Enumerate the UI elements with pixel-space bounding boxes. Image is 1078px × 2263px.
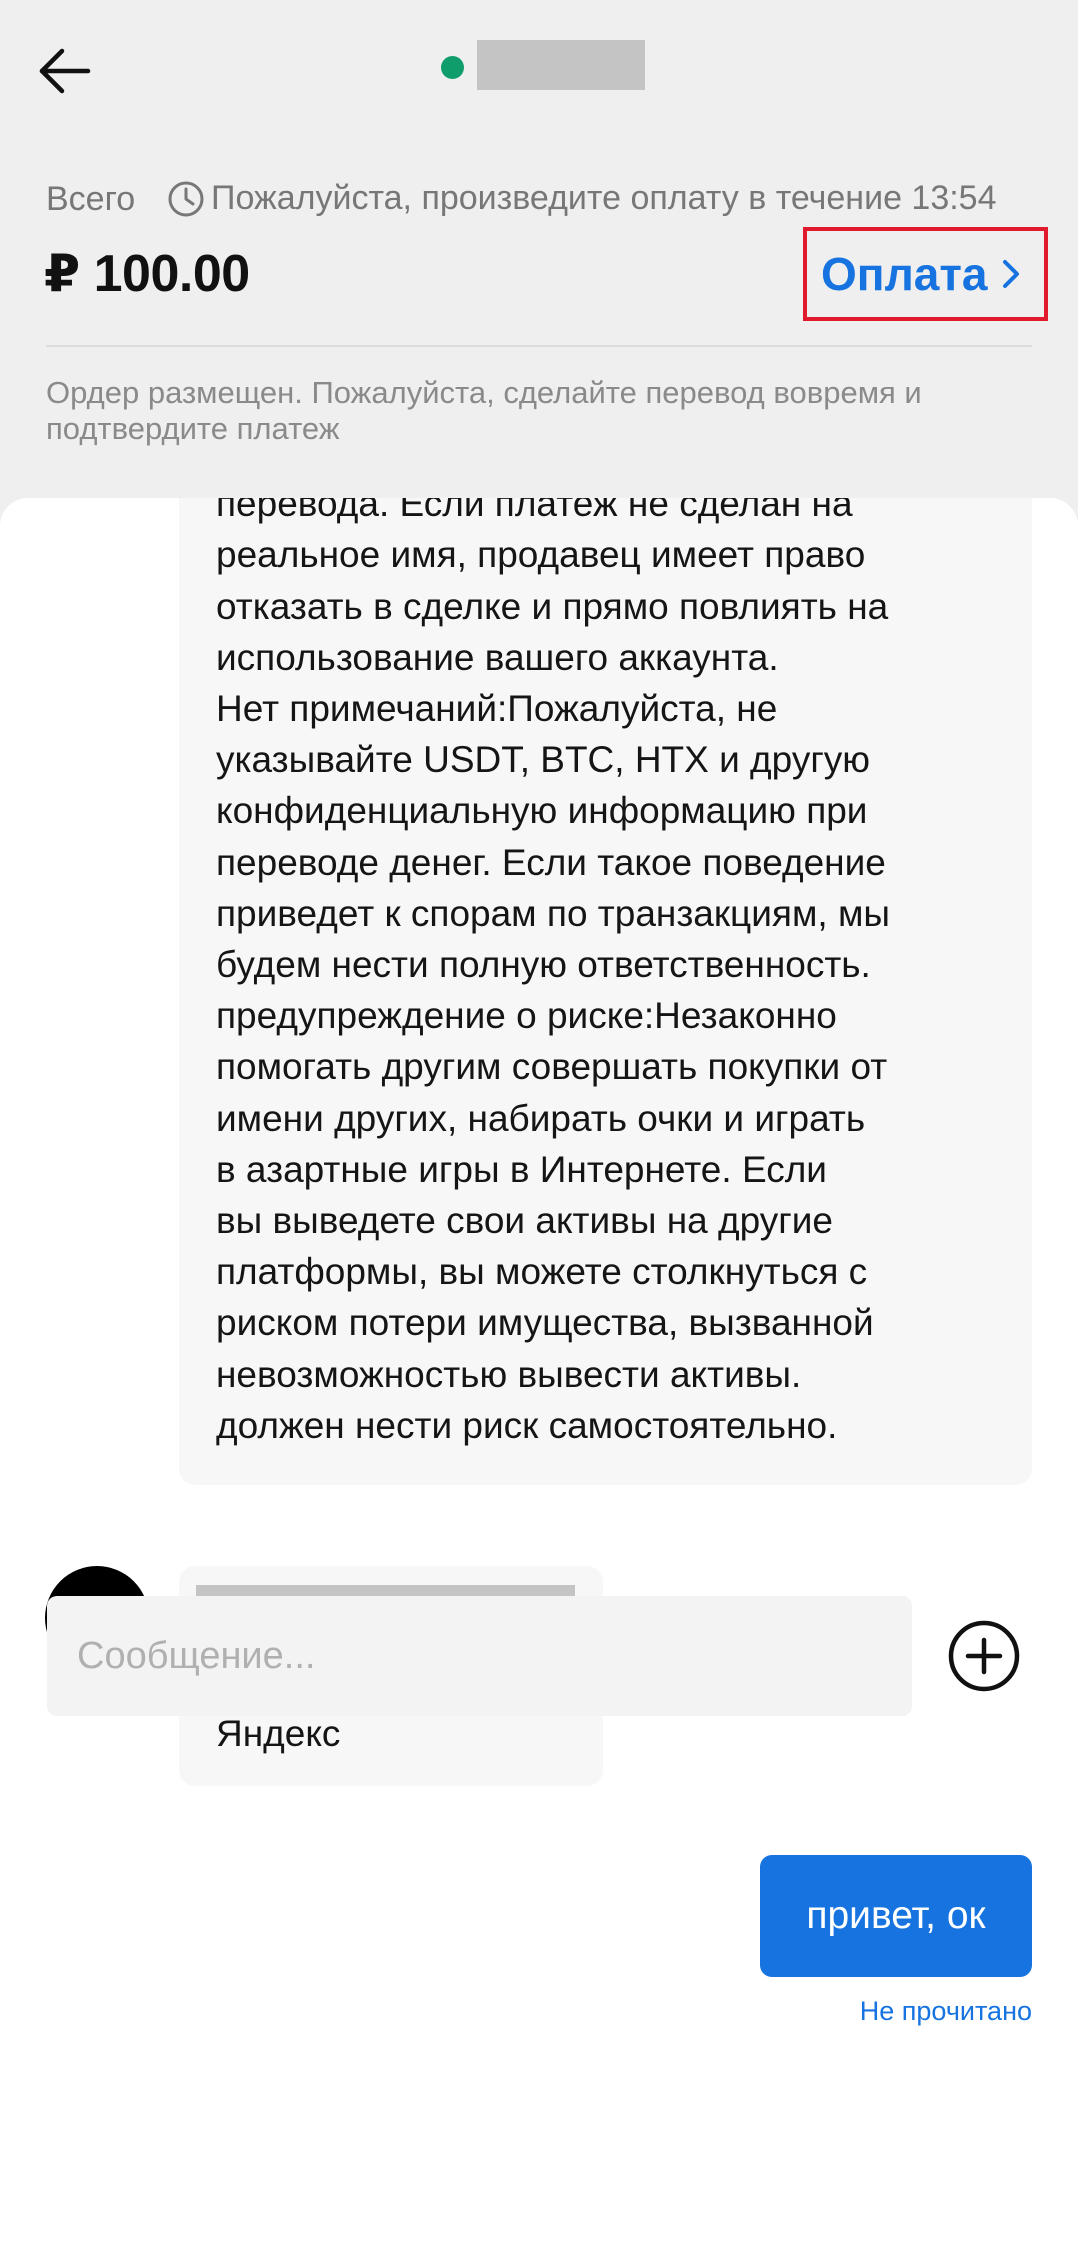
system-notice-text: перевода. Если платеж не сделан на реаль…	[216, 498, 890, 1446]
counterparty-name-redacted	[477, 40, 645, 90]
back-button[interactable]	[34, 40, 96, 102]
payment-timer: Пожалуйста, произведите оплату в течение…	[167, 179, 997, 218]
divider	[46, 345, 1032, 347]
order-status-note: Ордер размещен. Пожалуйста, сделайте пер…	[46, 375, 922, 446]
chat-panel[interactable]: перевода. Если платеж не сделан на реаль…	[0, 498, 1078, 2263]
timer-text: Пожалуйста, произведите оплату в течение…	[211, 179, 997, 217]
pay-button[interactable]: Оплата	[803, 227, 1048, 321]
total-label: Всего	[46, 180, 136, 218]
online-status-dot	[441, 56, 464, 79]
arrow-left-icon	[39, 48, 91, 94]
outgoing-message-text: привет, ок	[806, 1894, 986, 1937]
add-attachment-button[interactable]	[946, 1618, 1022, 1694]
outgoing-message[interactable]: привет, ок	[760, 1855, 1032, 1977]
message-input[interactable]	[47, 1596, 912, 1716]
system-notice-bubble: перевода. Если платеж не сделан на реаль…	[179, 498, 1032, 1485]
plus-circle-icon	[948, 1620, 1020, 1692]
pay-button-label: Оплата	[821, 248, 988, 300]
read-status: Не прочитано	[859, 1996, 1032, 2026]
clock-icon	[168, 181, 204, 216]
chevron-right-icon	[1003, 260, 1020, 288]
attachment-caption: Яндекс	[216, 1713, 341, 1754]
order-amount: ₽ 100.00	[44, 245, 250, 303]
